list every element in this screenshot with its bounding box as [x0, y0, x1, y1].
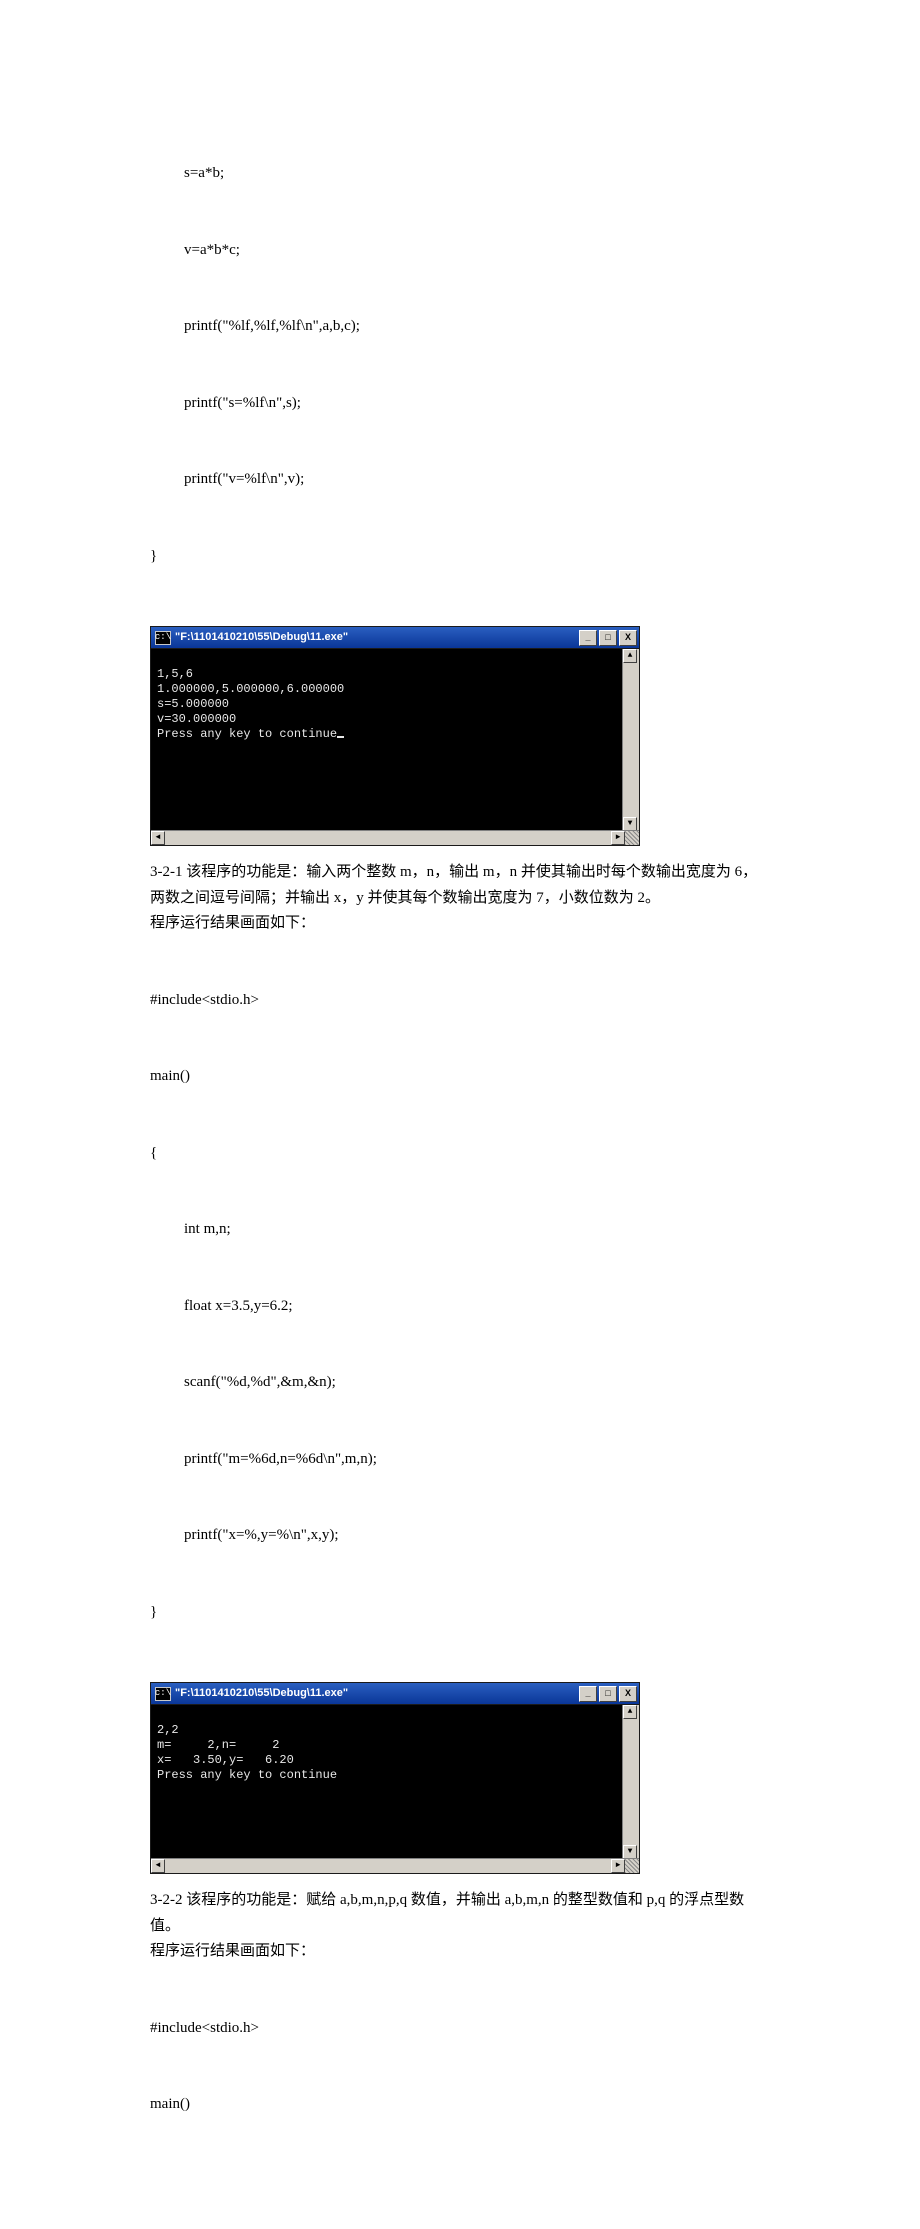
- code-line: printf("s=%lf\n",s);: [150, 391, 770, 417]
- code-block-1: s=a*b; v=a*b*c; printf("%lf,%lf,%lf\n",a…: [150, 110, 770, 620]
- minimize-button[interactable]: _: [579, 1686, 597, 1702]
- exercise-321-caption: 程序运行结果画面如下：: [150, 911, 770, 937]
- code-line: printf("m=%6d,n=%6d\n",m,n);: [150, 1447, 770, 1473]
- horizontal-scrollbar[interactable]: ◄ ►: [151, 1858, 639, 1873]
- titlebar: c:\ "F:\1101410210\55\Debug\11.exe" _ □ …: [150, 626, 640, 648]
- code-line: scanf("%d,%d",&m,&n);: [150, 1370, 770, 1396]
- console-line: m= 2,n= 2: [157, 1738, 279, 1752]
- resize-grip-icon[interactable]: [625, 1859, 639, 1873]
- cursor-icon: [337, 736, 344, 738]
- cmd-icon: c:\: [155, 631, 171, 645]
- scroll-left-icon[interactable]: ◄: [151, 831, 165, 845]
- scroll-up-icon[interactable]: ▲: [623, 1705, 637, 1719]
- window-buttons: _ □ X: [579, 630, 637, 646]
- console-line: Press any key to continue: [157, 1768, 337, 1782]
- scroll-right-icon[interactable]: ►: [611, 1859, 625, 1873]
- close-button[interactable]: X: [619, 1686, 637, 1702]
- titlebar: c:\ "F:\1101410210\55\Debug\11.exe" _ □ …: [150, 1682, 640, 1704]
- scroll-down-icon[interactable]: ▼: [623, 817, 637, 831]
- window-title: "F:\1101410210\55\Debug\11.exe": [175, 628, 579, 647]
- exercise-322-description: 3-2-2 该程序的功能是：赋给 a,b,m,n,p,q 数值，并输出 a,b,…: [150, 1888, 770, 1939]
- code-line: main(): [150, 1064, 770, 1090]
- document-page: s=a*b; v=a*b*c; printf("%lf,%lf,%lf\n",a…: [0, 0, 920, 2229]
- code-line: v=a*b*c;: [150, 238, 770, 264]
- close-button[interactable]: X: [619, 630, 637, 646]
- vertical-scrollbar[interactable]: ▲ ▼: [622, 1705, 639, 1859]
- cmd-icon: c:\: [155, 1687, 171, 1701]
- code-line: {: [150, 1141, 770, 1167]
- code-block-2: #include<stdio.h> main() { int m,n; floa…: [150, 937, 770, 1677]
- console-line: v=30.000000: [157, 712, 236, 726]
- scroll-up-icon[interactable]: ▲: [623, 649, 637, 663]
- console-line: Press any key to continue: [157, 727, 337, 741]
- console-output: 2,2 m= 2,n= 2 x= 3.50,y= 6.20 Press any …: [150, 1704, 640, 1874]
- code-line: int m,n;: [150, 1217, 770, 1243]
- console-line: 1.000000,5.000000,6.000000: [157, 682, 344, 696]
- exercise-322-caption: 程序运行结果画面如下：: [150, 1939, 770, 1965]
- code-line: #include<stdio.h>: [150, 988, 770, 1014]
- maximize-button[interactable]: □: [599, 1686, 617, 1702]
- console-line: 1,5,6: [157, 667, 193, 681]
- code-line: printf("x=%,y=%\n",x,y);: [150, 1523, 770, 1549]
- scroll-right-icon[interactable]: ►: [611, 831, 625, 845]
- window-buttons: _ □ X: [579, 1686, 637, 1702]
- horizontal-scrollbar[interactable]: ◄ ►: [151, 830, 639, 845]
- console-output: 1,5,6 1.000000,5.000000,6.000000 s=5.000…: [150, 648, 640, 846]
- code-line: s=a*b;: [150, 161, 770, 187]
- console-line: 2,2: [157, 1723, 179, 1737]
- console-line: s=5.000000: [157, 697, 229, 711]
- minimize-button[interactable]: _: [579, 630, 597, 646]
- vertical-scrollbar[interactable]: ▲ ▼: [622, 649, 639, 831]
- code-line: printf("v=%lf\n",v);: [150, 467, 770, 493]
- code-line: }: [150, 1600, 770, 1626]
- code-line: #include<stdio.h>: [150, 2016, 770, 2042]
- code-block-3: #include<stdio.h> main(): [150, 1965, 770, 2169]
- code-line: printf("%lf,%lf,%lf\n",a,b,c);: [150, 314, 770, 340]
- code-line: main(): [150, 2092, 770, 2118]
- resize-grip-icon[interactable]: [625, 831, 639, 845]
- console-line: x= 3.50,y= 6.20: [157, 1753, 294, 1767]
- console-window-1: c:\ "F:\1101410210\55\Debug\11.exe" _ □ …: [150, 626, 640, 846]
- window-title: "F:\1101410210\55\Debug\11.exe": [175, 1684, 579, 1703]
- maximize-button[interactable]: □: [599, 630, 617, 646]
- code-line: float x=3.5,y=6.2;: [150, 1294, 770, 1320]
- console-window-2: c:\ "F:\1101410210\55\Debug\11.exe" _ □ …: [150, 1682, 640, 1874]
- code-line: }: [150, 544, 770, 570]
- scroll-down-icon[interactable]: ▼: [623, 1845, 637, 1859]
- exercise-321-description: 3-2-1 该程序的功能是：输入两个整数 m，n，输出 m，n 并使其输出时每个…: [150, 860, 770, 911]
- scroll-left-icon[interactable]: ◄: [151, 1859, 165, 1873]
